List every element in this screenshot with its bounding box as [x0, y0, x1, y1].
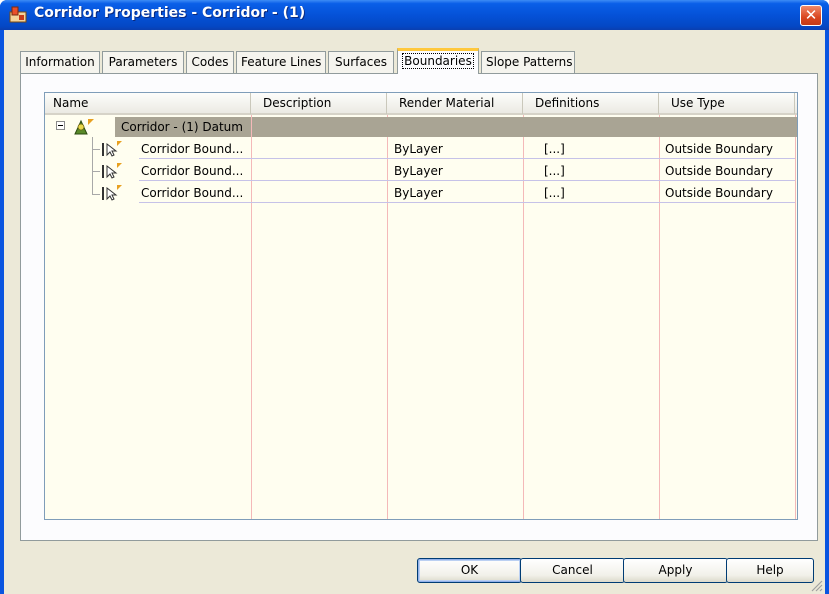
row-render-material-cell[interactable]: ByLayer: [394, 183, 514, 203]
column-header-description[interactable]: Description: [251, 93, 387, 114]
tab-feature-lines[interactable]: Feature Lines: [236, 51, 326, 73]
tab-label: Surfaces: [335, 55, 387, 69]
tab-label: Feature Lines: [241, 55, 322, 69]
row-name-cell: Corridor Bound...: [141, 142, 244, 156]
row-definitions-button[interactable]: [...]: [544, 161, 604, 181]
column-divider: [795, 115, 796, 519]
dialog-body: Information Parameters Codes Feature Lin…: [4, 30, 825, 594]
tab-parameters[interactable]: Parameters: [102, 51, 184, 73]
tab-slope-patterns[interactable]: Slope Patterns: [481, 51, 575, 73]
row-render-material-cell[interactable]: ByLayer: [394, 139, 514, 159]
tab-codes[interactable]: Codes: [186, 51, 234, 73]
column-header-render-material[interactable]: Render Material: [387, 93, 523, 114]
boundaries-grid[interactable]: Name Description Render Material Definit…: [44, 92, 798, 520]
row-definitions-button[interactable]: [...]: [544, 183, 604, 203]
column-header-use-type[interactable]: Use Type: [659, 93, 795, 114]
boundary-pick-icon: [102, 185, 122, 201]
boundaries-panel: Name Description Render Material Definit…: [20, 73, 818, 541]
tab-label: Parameters: [108, 55, 178, 69]
tab-label: Boundaries: [402, 53, 474, 69]
tab-label: Information: [25, 55, 95, 69]
row-description-cell[interactable]: [251, 161, 381, 181]
row-definitions-button[interactable]: [...]: [544, 139, 604, 159]
tree-connector: [92, 177, 93, 194]
title-bar[interactable]: Corridor Properties - Corridor - (1) ✕: [0, 0, 829, 30]
datum-row[interactable]: Corridor - (1) Datum: [115, 117, 797, 137]
column-header-name[interactable]: Name: [45, 93, 251, 114]
corridor-app-icon: [9, 6, 27, 23]
tab-information[interactable]: Information: [20, 51, 100, 73]
ok-button[interactable]: OK: [417, 558, 522, 583]
close-button[interactable]: ✕: [800, 5, 822, 26]
row-description-cell[interactable]: [251, 139, 381, 159]
cancel-button[interactable]: Cancel: [520, 558, 625, 583]
row-name-cell: Corridor Bound...: [141, 164, 244, 178]
apply-button[interactable]: Apply: [623, 558, 728, 583]
row-use-type-cell[interactable]: Outside Boundary: [665, 161, 793, 181]
tab-label: Slope Patterns: [486, 55, 573, 69]
tree-connector: [92, 194, 100, 195]
row-use-type-cell[interactable]: Outside Boundary: [665, 139, 793, 159]
resize-grip-icon[interactable]: [811, 580, 823, 592]
window-title: Corridor Properties - Corridor - (1): [34, 5, 306, 21]
help-button[interactable]: Help: [726, 558, 814, 583]
column-divider: [251, 117, 252, 137]
datum-name-cell: Corridor - (1) Datum: [121, 120, 243, 134]
row-description-cell[interactable]: [251, 183, 381, 203]
row-use-type-cell[interactable]: Outside Boundary: [665, 183, 793, 203]
boundary-pick-icon: [102, 141, 122, 157]
corridor-datum-icon: [74, 119, 94, 135]
tab-surfaces[interactable]: Surfaces: [328, 51, 394, 73]
grid-header: Name Description Render Material Definit…: [45, 93, 797, 115]
row-render-material-cell[interactable]: ByLayer: [394, 161, 514, 181]
tab-label: Codes: [191, 55, 229, 69]
column-header-definitions[interactable]: Definitions: [523, 93, 659, 114]
tree-connector: [92, 171, 100, 172]
table-row[interactable]: Corridor Bound... ByLayer [...] Outside …: [139, 161, 795, 181]
dialog-window: Corridor Properties - Corridor - (1) ✕ I…: [0, 0, 829, 594]
tab-boundaries[interactable]: Boundaries: [397, 48, 479, 74]
row-name-cell: Corridor Bound...: [141, 186, 244, 200]
tree-connector: [92, 149, 100, 150]
table-row[interactable]: Corridor Bound... ByLayer [...] Outside …: [139, 183, 795, 203]
collapse-toggle[interactable]: [56, 121, 65, 130]
table-row[interactable]: Corridor Bound... ByLayer [...] Outside …: [139, 139, 795, 159]
boundary-pick-icon: [102, 163, 122, 179]
